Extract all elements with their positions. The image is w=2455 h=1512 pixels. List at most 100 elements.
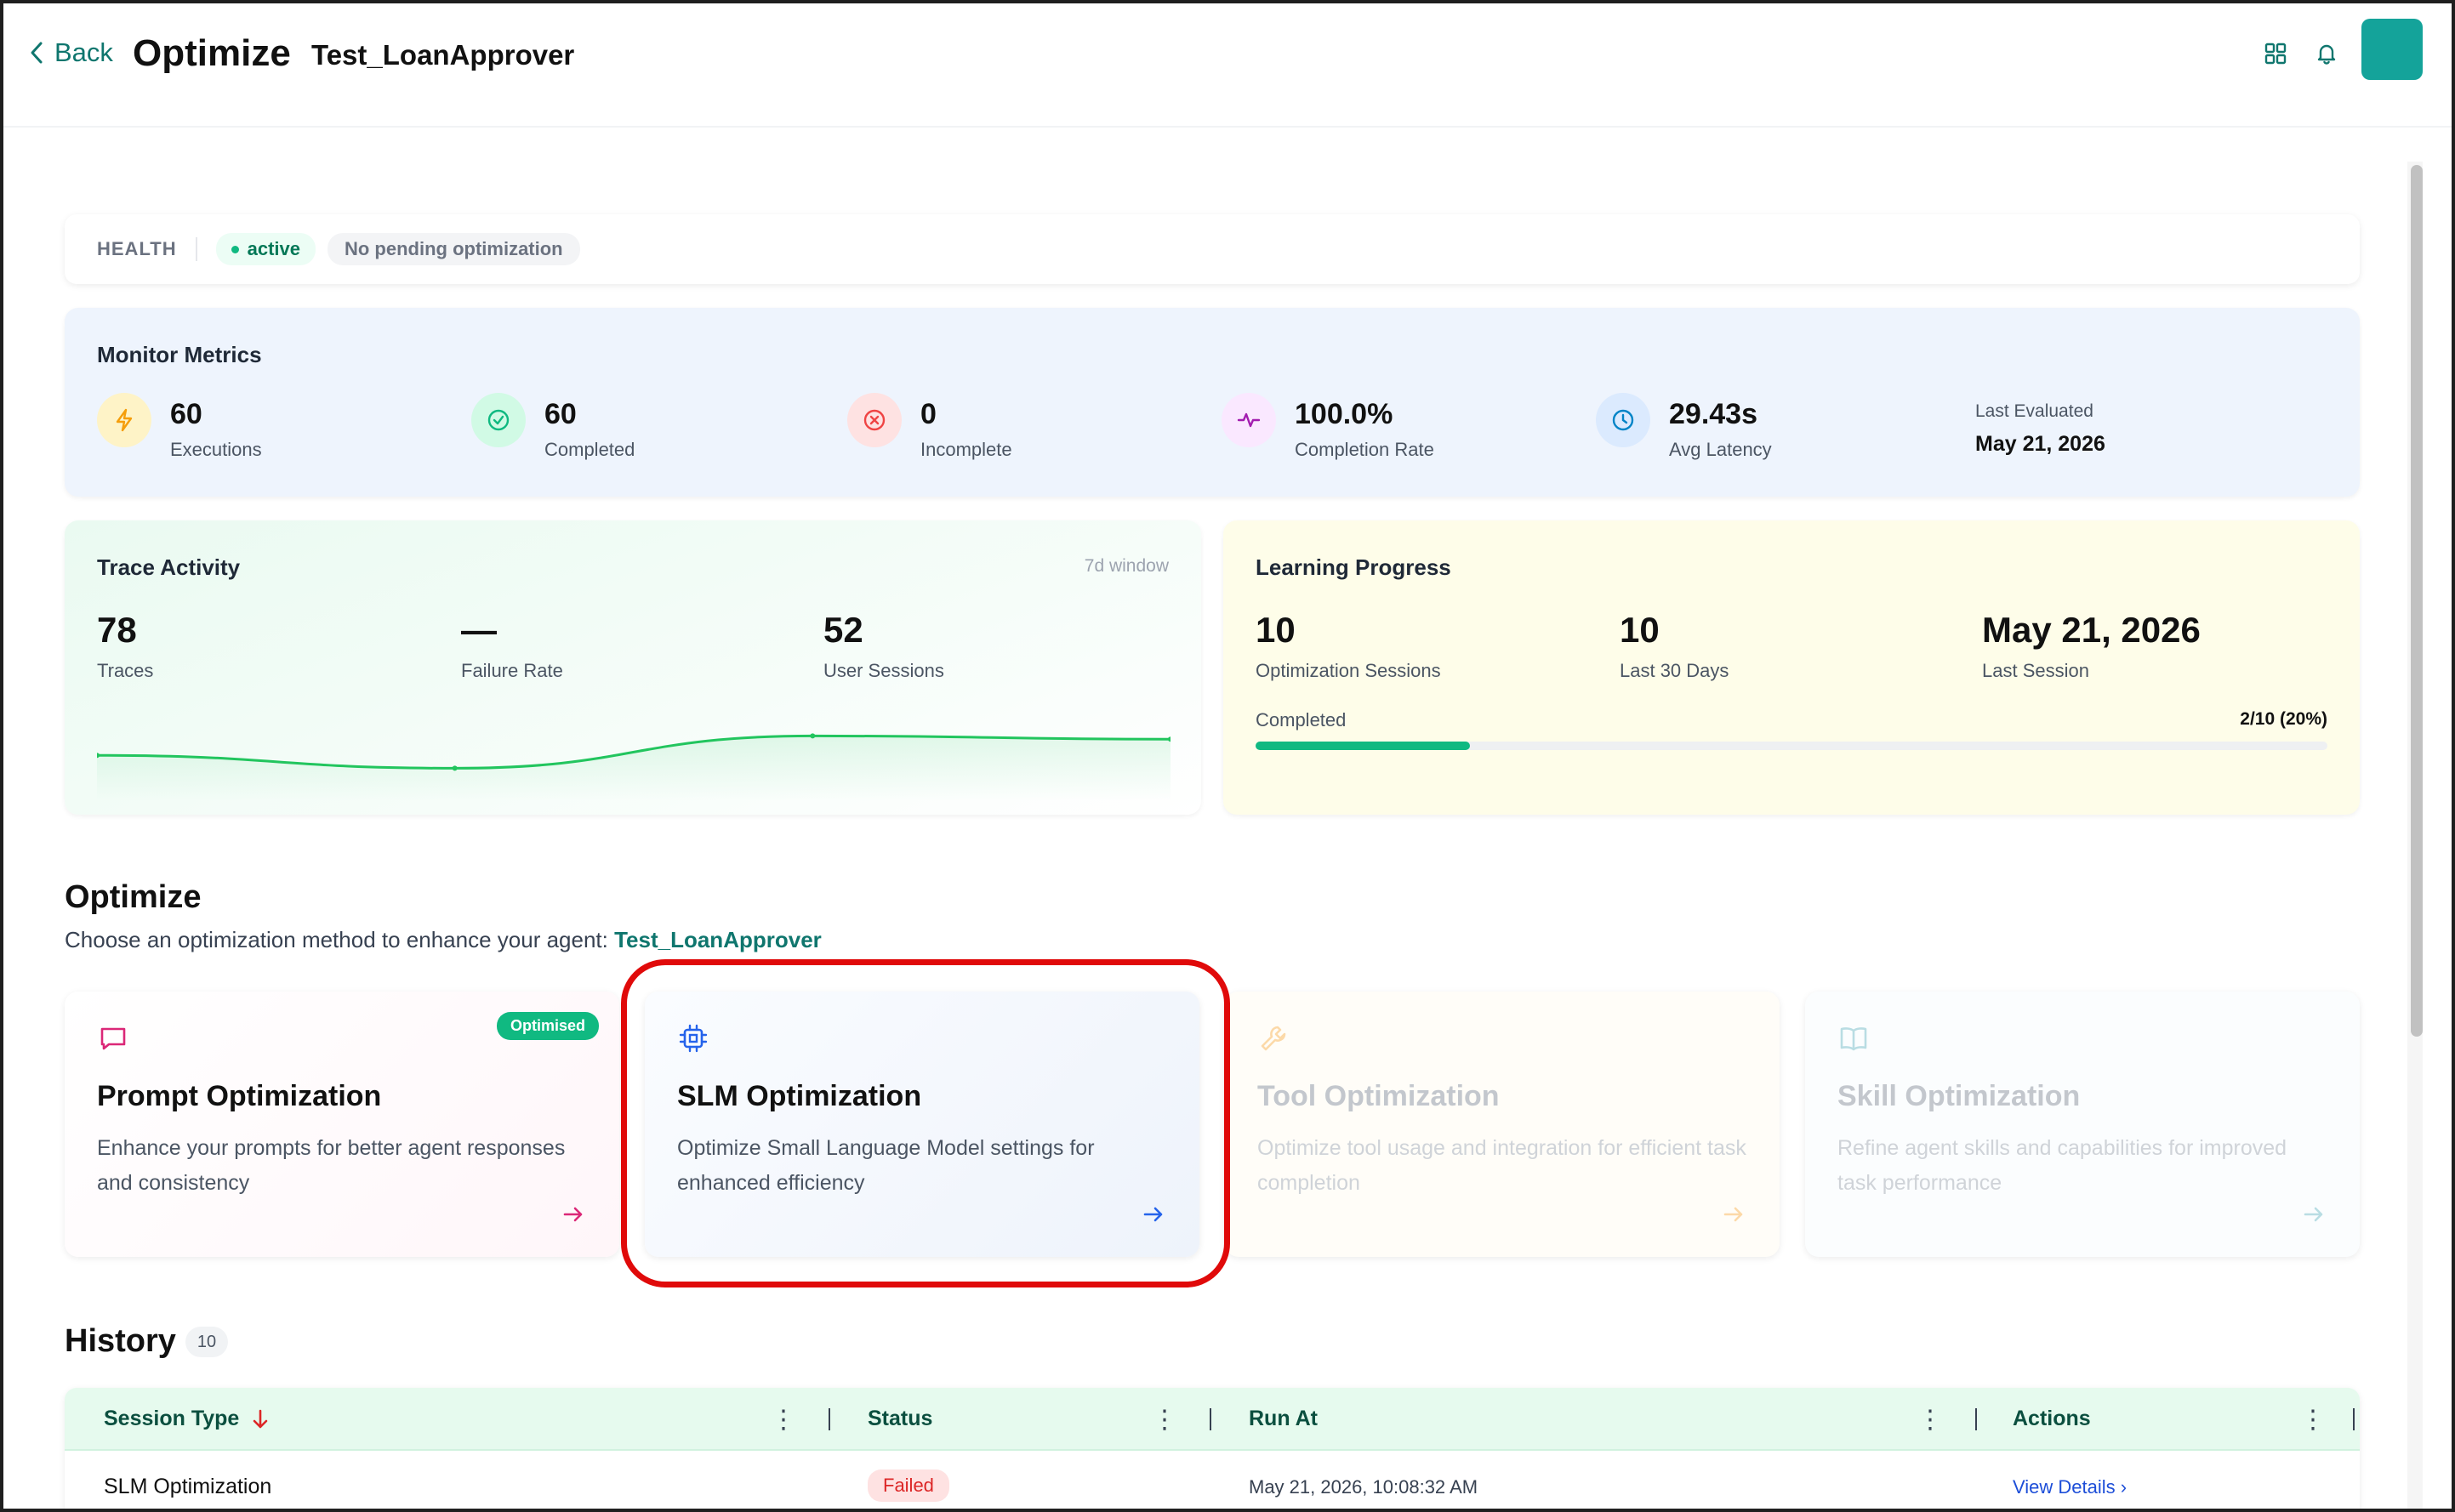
stat-value: —: [461, 610, 497, 650]
column-label: Run At: [1249, 1407, 1318, 1430]
skill-optimization-card[interactable]: Skill Optimization Refine agent skills a…: [1805, 992, 2360, 1257]
column-header-session-type[interactable]: Session Type: [104, 1407, 270, 1431]
progress-label: Completed: [1256, 709, 1347, 730]
arrow-right-icon[interactable]: [1722, 1202, 1746, 1226]
grid-icon[interactable]: [2263, 41, 2288, 66]
bell-icon[interactable]: [2314, 41, 2339, 66]
stat-failure-rate: — Failure Rate: [461, 612, 563, 682]
metric-avg-latency: 29.43s Avg Latency: [1596, 393, 1772, 461]
trace-activity-card: Trace Activity 7d window 78 Traces — Fai…: [65, 520, 1201, 815]
column-label: Actions: [2013, 1407, 2091, 1430]
column-resizer[interactable]: [2353, 1408, 2355, 1430]
sparkline-point: [810, 733, 816, 739]
stat-value: 52: [823, 610, 863, 650]
column-label: Session Type: [104, 1407, 240, 1430]
metric-label: Completion Rate: [1295, 439, 1434, 460]
stat-value: 78: [97, 610, 137, 650]
monitor-title: Monitor Metrics: [97, 342, 262, 367]
card-description: Enhance your prompts for better agent re…: [97, 1136, 566, 1195]
card-description: Refine agent skills and capabilities for…: [1837, 1136, 2287, 1195]
metric-value: 100.0%: [1295, 398, 1393, 430]
stat-last-30-days: 10 Last 30 Days: [1620, 612, 1729, 682]
health-bar: HEALTH active No pending optimization: [65, 214, 2360, 284]
column-menu-icon[interactable]: ⋮: [1917, 1405, 1943, 1435]
metric-value: 60: [170, 398, 202, 430]
app-window: Back Optimize Test_LoanApprover HEALTH a…: [0, 0, 2455, 1512]
stat-label: Failure Rate: [461, 660, 563, 681]
column-label: Status: [868, 1407, 933, 1430]
back-button[interactable]: Back: [27, 37, 113, 68]
column-resizer[interactable]: [829, 1408, 830, 1430]
card-title: SLM Optimization: [677, 1080, 922, 1112]
last-evaluated: Last Evaluated May 21, 2026: [1975, 401, 2105, 457]
monitor-metrics-card: Monitor Metrics 60 Executions 60 Complet…: [65, 308, 2360, 497]
stat-user-sessions: 52 User Sessions: [823, 612, 944, 682]
column-resizer[interactable]: [1975, 1408, 1977, 1430]
metric-completed: 60 Completed: [471, 393, 635, 461]
stat-optimization-sessions: 10 Optimization Sessions: [1256, 612, 1441, 682]
metric-value: 0: [920, 398, 937, 430]
metric-incomplete: 0 Incomplete: [847, 393, 1012, 461]
status-badge-failed: Failed: [868, 1469, 949, 1502]
cell-session-type: SLM Optimization: [104, 1475, 272, 1498]
last-evaluated-value: May 21, 2026: [1975, 432, 2105, 456]
card-title: Skill Optimization: [1837, 1080, 2081, 1112]
scrollbar-thumb[interactable]: [2411, 165, 2423, 1037]
stat-last-session: May 21, 2026 Last Session: [1982, 612, 2201, 682]
book-icon: [1840, 1027, 1867, 1051]
arrow-right-icon[interactable]: [561, 1202, 585, 1226]
health-label: HEALTH: [97, 238, 177, 259]
column-header-status[interactable]: Status: [868, 1407, 932, 1431]
window-tag: 7d window: [1084, 556, 1169, 576]
arrow-right-icon[interactable]: [2302, 1202, 2326, 1226]
back-label: Back: [54, 37, 113, 67]
chip-icon: [679, 1024, 708, 1053]
view-details-link[interactable]: View Details ›: [2013, 1476, 2127, 1498]
stat-label: Last Session: [1982, 660, 2089, 681]
cell-run-at: May 21, 2026, 10:08:32 AM: [1249, 1476, 1478, 1498]
prompt-optimization-card[interactable]: Optimised Prompt Optimization Enhance yo…: [65, 992, 619, 1257]
stat-value: 10: [1256, 610, 1296, 650]
metric-label: Incomplete: [920, 439, 1012, 460]
column-header-run-at[interactable]: Run At: [1249, 1407, 1318, 1431]
activity-icon: [1222, 393, 1276, 447]
column-menu-icon[interactable]: ⋮: [2300, 1405, 2326, 1435]
status-badge: active: [215, 233, 316, 265]
x-circle-icon: [847, 393, 902, 447]
stat-label: Traces: [97, 660, 154, 681]
arrow-right-icon[interactable]: [1142, 1202, 1165, 1226]
divider: [195, 237, 197, 261]
stat-traces: 78 Traces: [97, 612, 153, 682]
agent-name: Test_LoanApprover: [311, 39, 575, 71]
status-dot-icon: [231, 245, 239, 253]
metric-executions: 60 Executions: [97, 393, 262, 461]
last-evaluated-label: Last Evaluated: [1975, 401, 2093, 421]
slm-optimization-card[interactable]: SLM Optimization Optimize Small Language…: [645, 992, 1199, 1257]
column-header-actions[interactable]: Actions: [2013, 1407, 2091, 1431]
optimize-subtitle: Choose an optimization method to enhance…: [65, 927, 822, 953]
column-menu-icon[interactable]: ⋮: [771, 1405, 796, 1435]
metric-label: Executions: [170, 439, 262, 460]
stat-label: User Sessions: [823, 660, 944, 681]
trace-sparkline: [97, 733, 1171, 801]
sort-arrow-down-icon[interactable]: [251, 1408, 270, 1430]
tool-optimization-card[interactable]: Tool Optimization Optimize tool usage an…: [1225, 992, 1780, 1257]
trace-title: Trace Activity: [97, 554, 241, 580]
stat-value: 10: [1620, 610, 1660, 650]
history-count-badge: 10: [185, 1327, 228, 1357]
learning-progress-card: Learning Progress 10 Optimization Sessio…: [1223, 520, 2360, 815]
pending-badge: No pending optimization: [327, 233, 580, 265]
card-title: Tool Optimization: [1257, 1080, 1500, 1112]
subtitle-text: Choose an optimization method to enhance…: [65, 927, 615, 952]
optimised-badge: Optimised: [496, 1012, 599, 1040]
column-menu-icon[interactable]: ⋮: [1152, 1405, 1177, 1435]
user-avatar[interactable]: [2361, 19, 2423, 80]
subtitle-agent-name: Test_LoanApprover: [614, 927, 822, 952]
check-circle-icon: [471, 393, 526, 447]
page-title: Optimize: [133, 32, 291, 74]
card-description: Optimize tool usage and integration for …: [1257, 1136, 1746, 1195]
metric-value: 29.43s: [1669, 398, 1757, 430]
column-resizer[interactable]: [1210, 1408, 1211, 1430]
metric-label: Completed: [544, 439, 635, 460]
sparkline-point: [452, 765, 458, 771]
